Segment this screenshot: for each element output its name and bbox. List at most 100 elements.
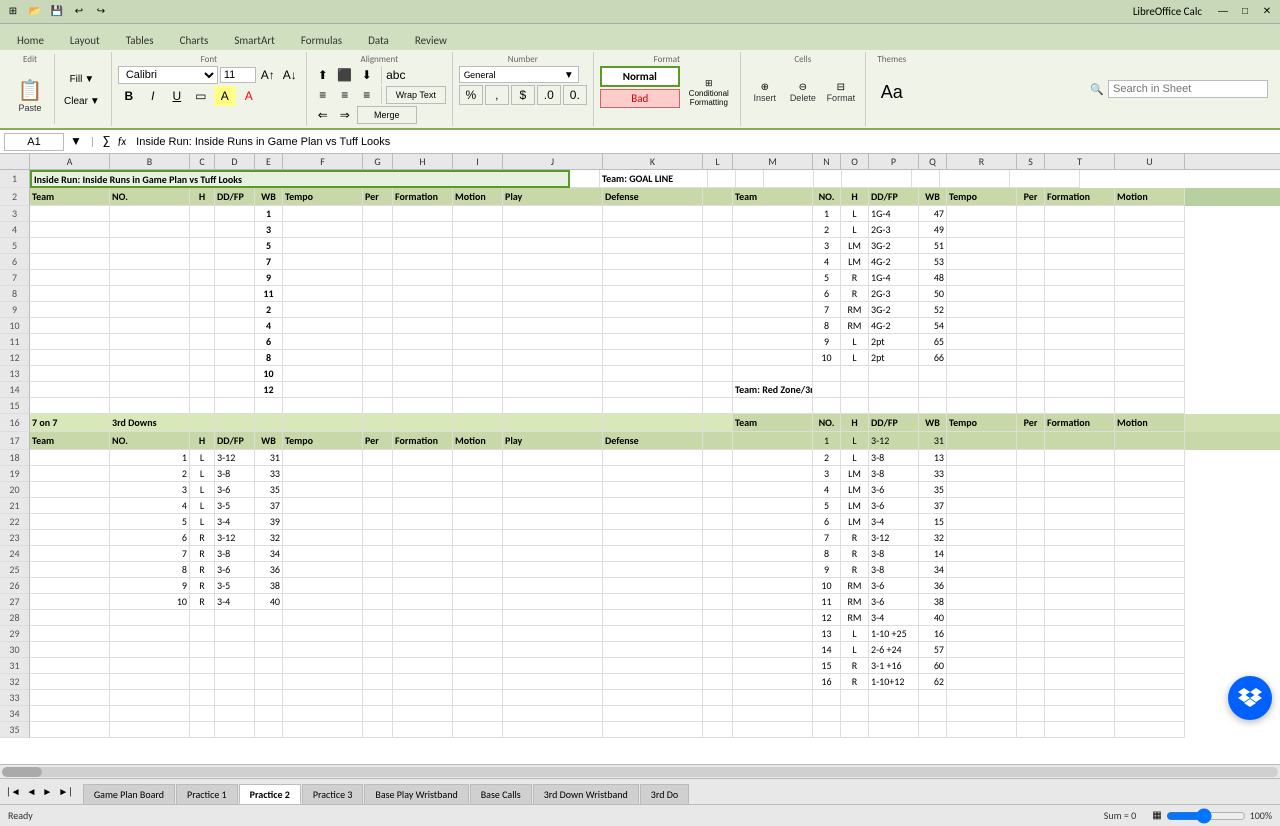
align-bottom-btn[interactable]: ⬇: [357, 66, 377, 84]
tab-3rd-down-wristband[interactable]: 3rd Down Wristband: [533, 784, 639, 804]
table-cell[interactable]: [503, 578, 603, 594]
table-cell[interactable]: 3-8: [869, 466, 919, 482]
table-cell[interactable]: [393, 530, 453, 546]
table-cell[interactable]: 35: [919, 482, 947, 498]
table-cell[interactable]: 53: [919, 254, 947, 270]
table-cell[interactable]: [453, 594, 503, 610]
cell-M15[interactable]: [733, 398, 813, 414]
table-cell[interactable]: [30, 466, 110, 482]
cell-A16[interactable]: 7 on 7: [30, 414, 110, 432]
table-cell[interactable]: [255, 722, 283, 738]
table-cell[interactable]: [30, 366, 110, 382]
table-cell[interactable]: [283, 350, 363, 366]
table-cell[interactable]: [503, 610, 603, 626]
table-cell[interactable]: [190, 382, 215, 398]
cell-G17[interactable]: Per: [363, 432, 393, 450]
table-cell[interactable]: [283, 222, 363, 238]
table-cell[interactable]: [190, 658, 215, 674]
table-cell[interactable]: [503, 318, 603, 334]
table-cell[interactable]: [703, 578, 733, 594]
border-button[interactable]: ▭: [190, 86, 212, 106]
table-cell[interactable]: 33: [255, 466, 283, 482]
table-cell[interactable]: [869, 382, 919, 398]
table-cell[interactable]: [453, 706, 503, 722]
table-cell[interactable]: [215, 706, 255, 722]
table-cell[interactable]: [947, 206, 1017, 222]
number-format-select[interactable]: General ▼: [459, 66, 579, 83]
table-cell[interactable]: [703, 318, 733, 334]
cell-U1[interactable]: [1010, 170, 1080, 188]
table-cell[interactable]: [393, 254, 453, 270]
table-cell[interactable]: [947, 482, 1017, 498]
search-input[interactable]: [1108, 80, 1268, 98]
table-cell[interactable]: 3G-2: [869, 302, 919, 318]
table-cell[interactable]: [733, 594, 813, 610]
table-cell[interactable]: 2pt: [869, 350, 919, 366]
table-cell[interactable]: [603, 206, 703, 222]
table-cell[interactable]: [363, 206, 393, 222]
table-cell[interactable]: [393, 722, 453, 738]
table-cell[interactable]: [215, 206, 255, 222]
qa-save-btn[interactable]: 💾: [48, 3, 66, 21]
table-cell[interactable]: [215, 318, 255, 334]
table-cell[interactable]: [393, 206, 453, 222]
col-P[interactable]: P: [869, 154, 919, 169]
table-cell[interactable]: 40: [919, 610, 947, 626]
cell-I17[interactable]: Motion: [453, 432, 503, 450]
table-cell[interactable]: [703, 562, 733, 578]
table-cell[interactable]: [283, 334, 363, 350]
table-cell[interactable]: [30, 626, 110, 642]
table-cell[interactable]: 39: [255, 514, 283, 530]
table-cell[interactable]: [30, 254, 110, 270]
table-cell[interactable]: [30, 498, 110, 514]
table-cell[interactable]: [30, 334, 110, 350]
table-cell[interactable]: 3-6: [869, 498, 919, 514]
qa-redo-btn[interactable]: ↪: [92, 3, 110, 21]
table-cell[interactable]: [453, 578, 503, 594]
table-cell[interactable]: [703, 658, 733, 674]
table-cell[interactable]: 3-12: [215, 530, 255, 546]
table-cell[interactable]: [919, 722, 947, 738]
table-cell[interactable]: [1045, 642, 1115, 658]
table-cell[interactable]: 5: [813, 270, 841, 286]
table-cell[interactable]: [110, 382, 190, 398]
table-cell[interactable]: [255, 674, 283, 690]
close-btn[interactable]: ✕: [1258, 3, 1276, 21]
table-cell[interactable]: [603, 366, 703, 382]
table-cell[interactable]: [1017, 270, 1045, 286]
col-B[interactable]: B: [110, 154, 190, 169]
table-cell[interactable]: [1115, 482, 1185, 498]
table-cell[interactable]: [733, 626, 813, 642]
table-cell[interactable]: [190, 674, 215, 690]
table-cell[interactable]: 1G-4: [869, 270, 919, 286]
table-cell[interactable]: [190, 610, 215, 626]
table-cell[interactable]: [30, 706, 110, 722]
table-cell[interactable]: 5: [813, 498, 841, 514]
table-cell[interactable]: L: [190, 514, 215, 530]
table-cell[interactable]: [110, 722, 190, 738]
table-cell[interactable]: [110, 206, 190, 222]
table-cell[interactable]: 32: [919, 530, 947, 546]
table-cell[interactable]: [363, 546, 393, 562]
table-cell[interactable]: [283, 642, 363, 658]
table-cell[interactable]: [503, 382, 603, 398]
table-cell[interactable]: [30, 238, 110, 254]
table-cell[interactable]: [947, 302, 1017, 318]
wrap-text-button[interactable]: Wrap Text: [386, 86, 446, 104]
table-cell[interactable]: [1017, 350, 1045, 366]
col-E[interactable]: E: [255, 154, 283, 169]
table-cell[interactable]: [603, 658, 703, 674]
table-cell[interactable]: [703, 690, 733, 706]
table-cell[interactable]: [30, 286, 110, 302]
table-cell[interactable]: 3: [813, 466, 841, 482]
align-top-btn[interactable]: ⬆: [313, 66, 333, 84]
table-cell[interactable]: [503, 546, 603, 562]
table-cell[interactable]: [255, 706, 283, 722]
decimal-inc-btn[interactable]: .0: [537, 85, 561, 105]
table-cell[interactable]: [947, 706, 1017, 722]
cell-A2[interactable]: Team: [30, 188, 110, 206]
table-cell[interactable]: [947, 466, 1017, 482]
table-cell[interactable]: 13: [813, 626, 841, 642]
table-cell[interactable]: [215, 302, 255, 318]
cell-M1[interactable]: Team: GOAL LINE: [600, 170, 708, 188]
